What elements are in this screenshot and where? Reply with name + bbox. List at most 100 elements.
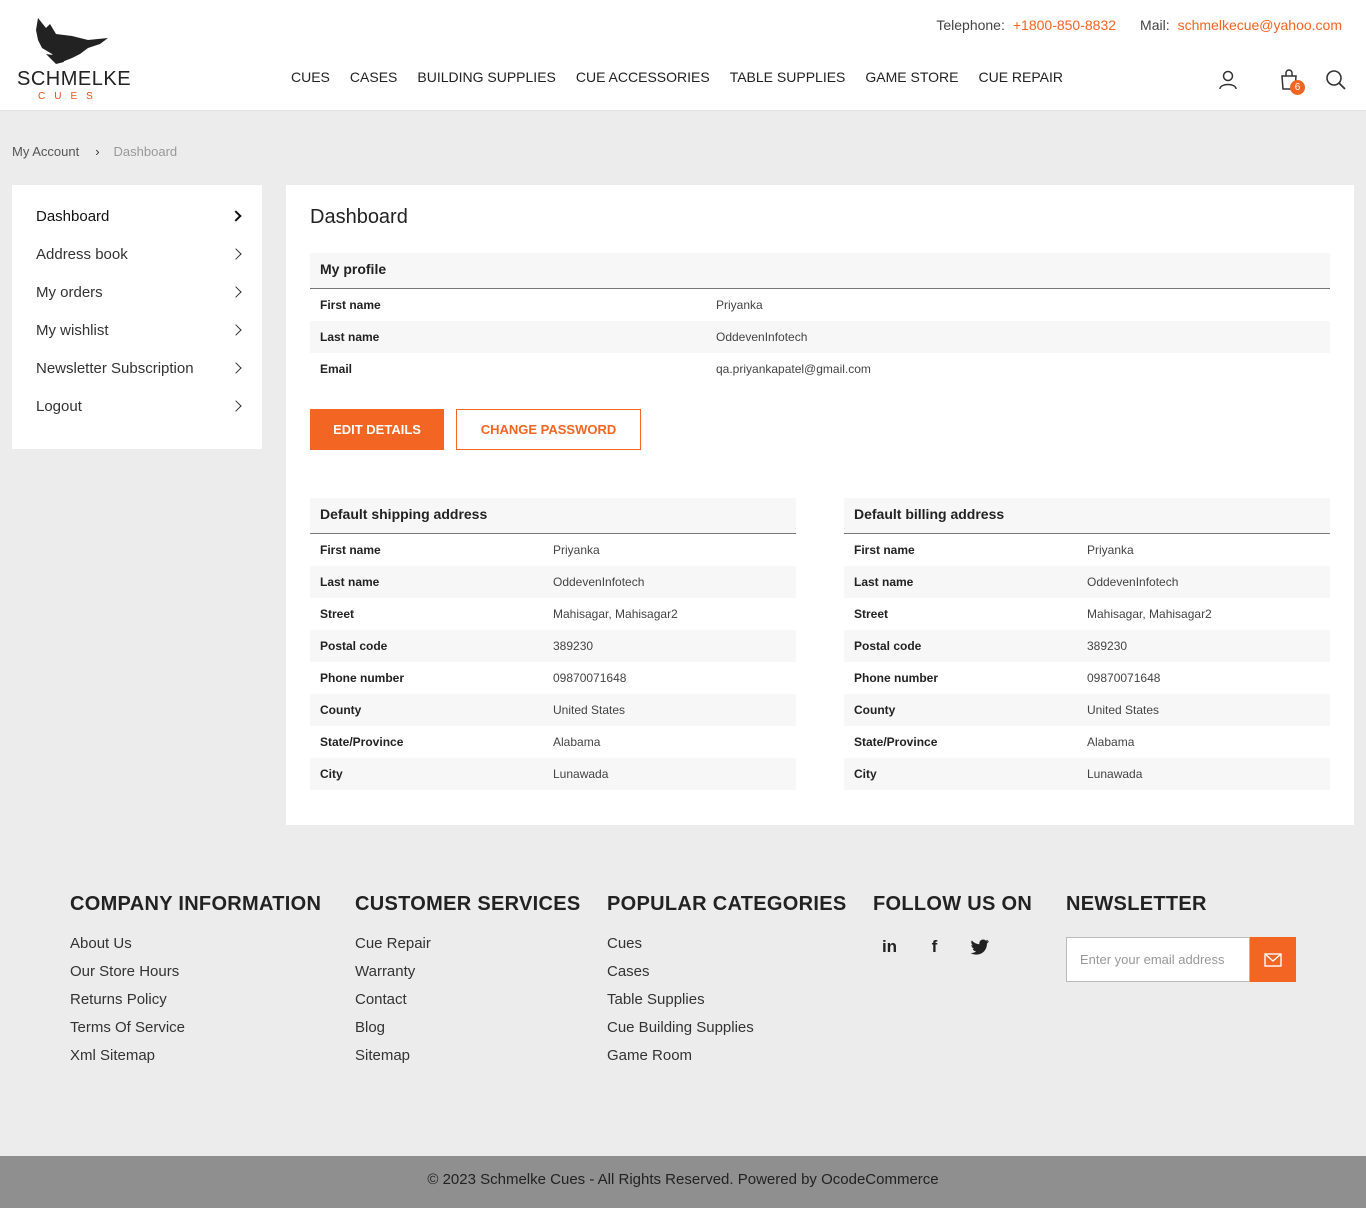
table-row: Postal code 389230 xyxy=(844,630,1330,662)
row-label: First name xyxy=(320,543,381,557)
profile-actions: EDIT DETAILS CHANGE PASSWORD xyxy=(310,409,641,450)
footer-link[interactable]: Cue Building Supplies xyxy=(607,1019,847,1036)
linkedin-icon[interactable]: in xyxy=(877,936,902,958)
row-value: 09870071648 xyxy=(553,671,627,685)
footer-link[interactable]: About Us xyxy=(70,935,321,952)
row-label: Phone number xyxy=(854,671,939,685)
row-label: State/Province xyxy=(320,735,404,749)
phone-link[interactable]: +1800-850-8832 xyxy=(1013,17,1116,33)
footer-link[interactable]: Our Store Hours xyxy=(70,963,321,980)
row-value: 389230 xyxy=(1087,639,1128,653)
table-row: County United States xyxy=(844,694,1330,726)
copyright-bar: © 2023 Schmelke Cues - All Rights Reserv… xyxy=(0,1156,1366,1208)
row-label: Postal code xyxy=(854,639,922,653)
footer-title: COMPANY INFORMATION xyxy=(70,893,322,915)
chevron-right-icon xyxy=(230,324,242,336)
row-value: 389230 xyxy=(553,639,594,653)
footer-title: POPULAR CATEGORIES xyxy=(607,893,847,915)
footer-follow: FOLLOW US ON in f xyxy=(873,893,1032,958)
footer-title: NEWSLETTER xyxy=(1066,893,1207,915)
breadcrumb-current: Dashboard xyxy=(113,144,178,159)
row-value: 09870071648 xyxy=(1087,671,1161,685)
facebook-icon[interactable]: f xyxy=(922,936,947,958)
brand-name: SCHMELKE xyxy=(17,68,132,90)
twitter-icon[interactable] xyxy=(967,936,992,958)
footer-link[interactable]: Sitemap xyxy=(355,1047,581,1064)
table-row: State/Province Alabama xyxy=(844,726,1330,758)
footer-link[interactable]: Warranty xyxy=(355,963,581,980)
row-label: Postal code xyxy=(320,639,388,653)
row-label: Last name xyxy=(320,330,380,344)
row-label: City xyxy=(320,767,343,781)
footer-link[interactable]: Xml Sitemap xyxy=(70,1047,321,1064)
edit-details-button[interactable]: EDIT DETAILS xyxy=(310,409,444,450)
change-password-button[interactable]: CHANGE PASSWORD xyxy=(456,409,641,450)
sidebar-item-my-wishlist[interactable]: My wishlist xyxy=(12,322,262,360)
row-label: County xyxy=(320,703,362,717)
footer-link[interactable]: Cases xyxy=(607,963,847,980)
table-row: First name Priyanka xyxy=(844,534,1330,566)
table-row: Email qa.priyankapatel@gmail.com xyxy=(310,353,1330,385)
sidebar-item-label: My orders xyxy=(36,284,103,301)
shipping-heading: Default shipping address xyxy=(310,498,796,534)
sidebar-item-address-book[interactable]: Address book xyxy=(12,246,262,284)
footer-link[interactable]: Returns Policy xyxy=(70,991,321,1008)
row-value: United States xyxy=(553,703,626,717)
main-nav: CUES CASES BUILDING SUPPLIES CUE ACCESSO… xyxy=(291,69,1083,85)
nav-cue-accessories[interactable]: CUE ACCESSORIES xyxy=(576,69,710,85)
footer-company: COMPANY INFORMATION About Us Our Store H… xyxy=(70,893,321,1064)
breadcrumb-my-account[interactable]: My Account xyxy=(12,144,79,159)
footer-link[interactable]: Blog xyxy=(355,1019,581,1036)
breadcrumb: My Account › Dashboard xyxy=(12,144,177,159)
nav-building-supplies[interactable]: BUILDING SUPPLIES xyxy=(417,69,556,85)
profile-heading: My profile xyxy=(310,253,1330,289)
mail-label: Mail: xyxy=(1140,17,1170,33)
row-value: Lunawada xyxy=(1087,767,1143,781)
billing-heading: Default billing address xyxy=(844,498,1330,534)
table-row: Postal code 389230 xyxy=(310,630,796,662)
user-icon[interactable] xyxy=(1216,68,1240,92)
table-row: Last name OddevenInfotech xyxy=(844,566,1330,598)
newsletter-email-input[interactable] xyxy=(1066,937,1250,982)
sidebar-item-dashboard[interactable]: Dashboard xyxy=(12,208,262,246)
nav-game-store[interactable]: GAME STORE xyxy=(865,69,958,85)
table-row: Street Mahisagar, Mahisagar2 xyxy=(310,598,796,630)
row-value: Priyanka xyxy=(716,298,763,312)
row-label: Street xyxy=(854,607,889,621)
table-row: First name Priyanka xyxy=(310,534,796,566)
footer-newsletter: NEWSLETTER xyxy=(1066,893,1207,916)
table-row: City Lunawada xyxy=(844,758,1330,790)
footer-link[interactable]: Cues xyxy=(607,935,847,952)
nav-table-supplies[interactable]: TABLE SUPPLIES xyxy=(730,69,846,85)
row-value: OddevenInfotech xyxy=(1087,575,1179,589)
footer-link[interactable]: Contact xyxy=(355,991,581,1008)
footer-link[interactable]: Table Supplies xyxy=(607,991,847,1008)
mail-link[interactable]: schmelkecue@yahoo.com xyxy=(1178,17,1342,33)
row-value: OddevenInfotech xyxy=(716,330,808,344)
row-label: County xyxy=(854,703,896,717)
footer-link[interactable]: Terms Of Service xyxy=(70,1019,321,1036)
footer-link[interactable]: Game Room xyxy=(607,1047,847,1064)
nav-cue-repair[interactable]: CUE REPAIR xyxy=(978,69,1063,85)
sidebar-item-my-orders[interactable]: My orders xyxy=(12,284,262,322)
sidebar-item-newsletter[interactable]: Newsletter Subscription xyxy=(12,360,262,398)
contact-info: Telephone: +1800-850-8832 Mail: schmelkecue… xyxy=(928,17,1342,33)
sidebar-item-logout[interactable]: Logout xyxy=(12,398,262,436)
nav-cues[interactable]: CUES xyxy=(291,69,330,85)
row-value: Lunawada xyxy=(553,767,609,781)
search-icon[interactable] xyxy=(1324,68,1348,92)
row-value: Alabama xyxy=(553,735,601,749)
row-label: State/Province xyxy=(854,735,938,749)
row-value: Alabama xyxy=(1087,735,1135,749)
nav-cases[interactable]: CASES xyxy=(350,69,397,85)
row-label: Last name xyxy=(854,575,914,589)
row-label: Street xyxy=(320,607,355,621)
row-value: Mahisagar, Mahisagar2 xyxy=(553,607,678,621)
chevron-right-icon xyxy=(230,248,242,260)
social-links: in f xyxy=(873,936,1032,958)
newsletter-submit-button[interactable] xyxy=(1250,937,1296,982)
footer-link[interactable]: Cue Repair xyxy=(355,935,581,952)
table-row: Phone number 09870071648 xyxy=(310,662,796,694)
profile-table: My profile First name Priyanka Last name O… xyxy=(310,253,1330,385)
row-label: City xyxy=(854,767,877,781)
